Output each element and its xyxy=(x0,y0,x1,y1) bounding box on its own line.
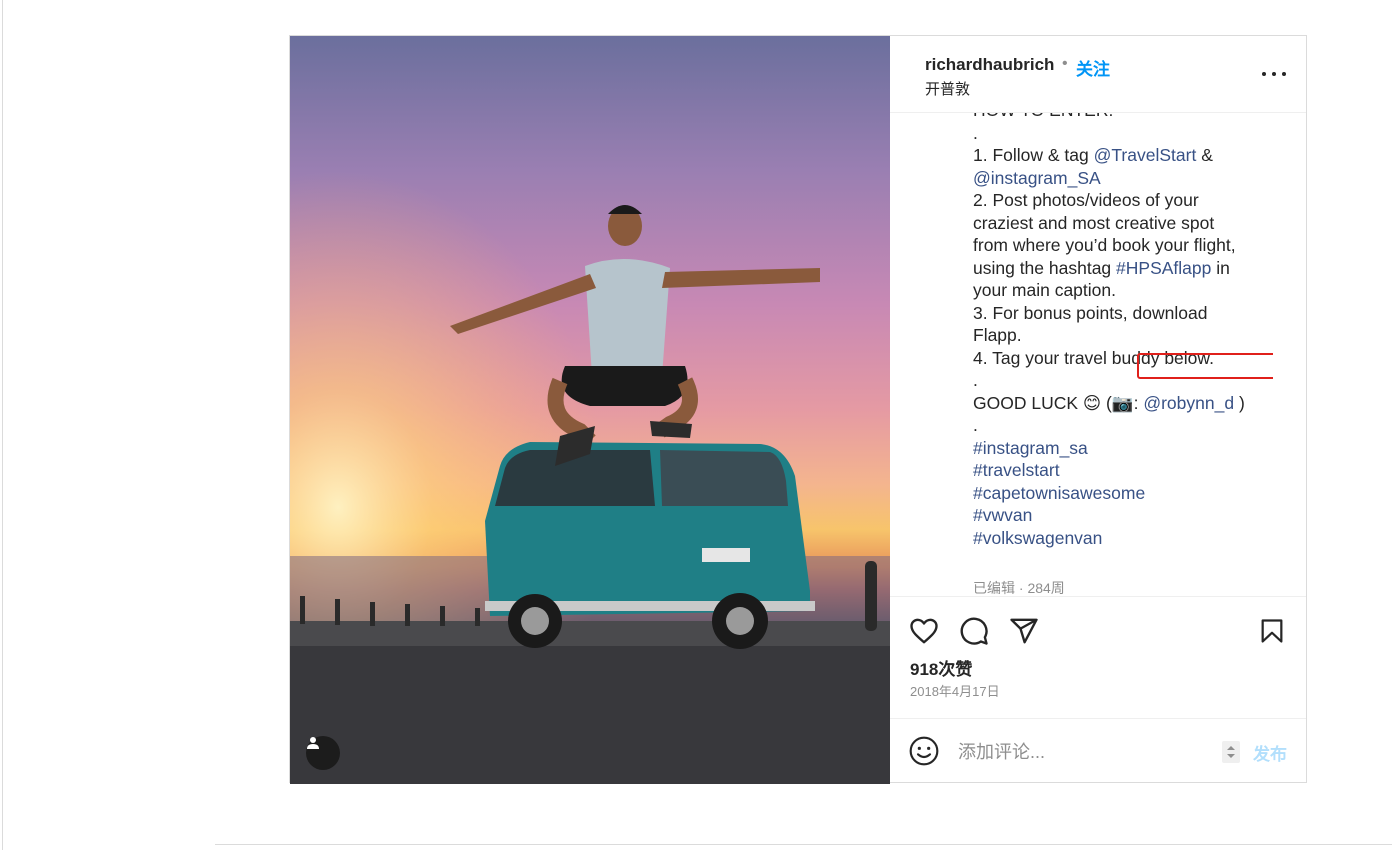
resize-arrows-icon xyxy=(1227,746,1235,758)
caption-line: your main caption. xyxy=(973,279,1245,302)
comment-bar: 发布 xyxy=(890,718,1306,782)
caption-text-segment: . xyxy=(973,415,978,435)
caption-link[interactable]: #HPSAflapp xyxy=(1116,258,1211,278)
caption-link[interactable]: #travelstart xyxy=(973,460,1060,480)
caption-line: . xyxy=(973,414,1245,437)
edited-timestamp: 已编辑 · 284周 xyxy=(973,580,1065,596)
share-icon[interactable] xyxy=(1008,615,1040,647)
post-dialog: richardhaubrich • 关注 开普敦 HOW TO ENTER:.1… xyxy=(289,35,1307,784)
caption-text-segment: HOW TO ENTER: xyxy=(973,113,1113,120)
username-link[interactable]: richardhaubrich xyxy=(925,55,1054,75)
user-icon xyxy=(307,737,319,749)
caption-text-segment: . xyxy=(973,370,978,390)
caption-link[interactable]: #instagram_sa xyxy=(973,438,1088,458)
more-options-icon[interactable] xyxy=(1262,64,1286,84)
page-bottom-divider xyxy=(215,844,1392,845)
caption-line: #volkswagenvan xyxy=(973,527,1245,550)
tagged-users-button[interactable] xyxy=(306,736,340,770)
caption-line: 1. Follow & tag @TravelStart & xyxy=(973,144,1245,167)
caption-line: 3. For bonus points, download xyxy=(973,302,1245,325)
caption-text-segment: in xyxy=(1211,257,1230,278)
caption-line: 2. Post photos/videos of your xyxy=(973,189,1245,212)
caption-link[interactable]: #capetownisawesome xyxy=(973,483,1145,503)
photo-illustration xyxy=(290,36,890,784)
caption-line: @instagram_SA xyxy=(973,167,1245,190)
caption-text-segment: 4. Tag your travel buddy below. xyxy=(973,347,1214,368)
caption-line: HOW TO ENTER: xyxy=(973,113,1245,122)
caption-line: GOOD LUCK 😊 (📷: @robynn_d ) xyxy=(973,392,1245,415)
caption-text-segment: using the hashtag xyxy=(973,257,1117,278)
caption-text-segment: 3. For bonus points, download xyxy=(973,302,1208,323)
caption-text-segment: & xyxy=(1196,145,1213,165)
bookmark-icon[interactable] xyxy=(1256,615,1288,647)
caption-line: 4. Tag your travel buddy below. xyxy=(973,347,1245,370)
caption-line: craziest and most creative spot xyxy=(973,212,1245,235)
emoji-icon[interactable] xyxy=(908,735,940,767)
heart-icon[interactable] xyxy=(908,615,940,647)
caption-link[interactable]: @instagram_SA xyxy=(973,168,1101,188)
caption-text-segment: . xyxy=(973,122,978,143)
resize-handle[interactable] xyxy=(1222,741,1240,763)
caption-text-segment: Flapp. xyxy=(973,325,1022,345)
caption-text-segment: from where you’d book your flight, xyxy=(973,235,1236,255)
header-separator: • xyxy=(1062,55,1068,72)
caption-text-segment: your main caption. xyxy=(973,280,1116,300)
caption-text-segment: GOOD LUCK 😊 (📷: xyxy=(973,392,1144,413)
caption-line: . xyxy=(973,369,1245,392)
post-date: 2018年4月17日 xyxy=(910,684,1000,699)
caption-line: #capetownisawesome xyxy=(973,482,1245,505)
caption-text-segment: craziest and most creative spot xyxy=(973,212,1215,233)
caption-link[interactable]: #volkswagenvan xyxy=(973,528,1102,548)
post-header: richardhaubrich • 关注 开普敦 xyxy=(890,36,1306,113)
caption-line: from where you’d book your flight, xyxy=(973,234,1245,257)
caption-link[interactable]: #vwvan xyxy=(973,505,1032,525)
caption-line: #travelstart xyxy=(973,459,1245,482)
caption-line: using the hashtag #HPSAflapp in xyxy=(973,257,1245,280)
follow-button[interactable]: 关注 xyxy=(1076,55,1110,80)
caption-text-segment: 1. Follow & tag xyxy=(973,145,1094,165)
caption-scroll[interactable]: HOW TO ENTER:.1. Follow & tag @TravelSta… xyxy=(973,113,1273,596)
likes-count[interactable]: 918次赞 xyxy=(910,655,972,680)
caption-link[interactable]: @robynn_d xyxy=(1143,393,1234,413)
post-photo[interactable] xyxy=(290,36,890,784)
caption-text-segment: 2. Post photos/videos of your xyxy=(973,190,1199,210)
location-link[interactable]: 开普敦 xyxy=(925,78,970,99)
comment-input[interactable] xyxy=(958,737,1208,767)
comment-icon[interactable] xyxy=(958,615,990,647)
caption-link[interactable]: @TravelStart xyxy=(1094,145,1197,165)
caption-line: #instagram_sa xyxy=(973,437,1245,460)
caption-text-segment: ) xyxy=(1234,392,1245,413)
caption-text: HOW TO ENTER:.1. Follow & tag @TravelSta… xyxy=(973,113,1245,549)
post-actions: 918次赞 2018年4月17日 xyxy=(890,596,1306,718)
caption-line: #vwvan xyxy=(973,504,1245,527)
page-left-divider xyxy=(2,0,3,850)
post-sidebar: richardhaubrich • 关注 开普敦 HOW TO ENTER:.1… xyxy=(890,36,1306,782)
caption-line: . xyxy=(973,122,1245,145)
caption-line: Flapp. xyxy=(973,324,1245,347)
post-comment-button[interactable]: 发布 xyxy=(1253,740,1287,765)
